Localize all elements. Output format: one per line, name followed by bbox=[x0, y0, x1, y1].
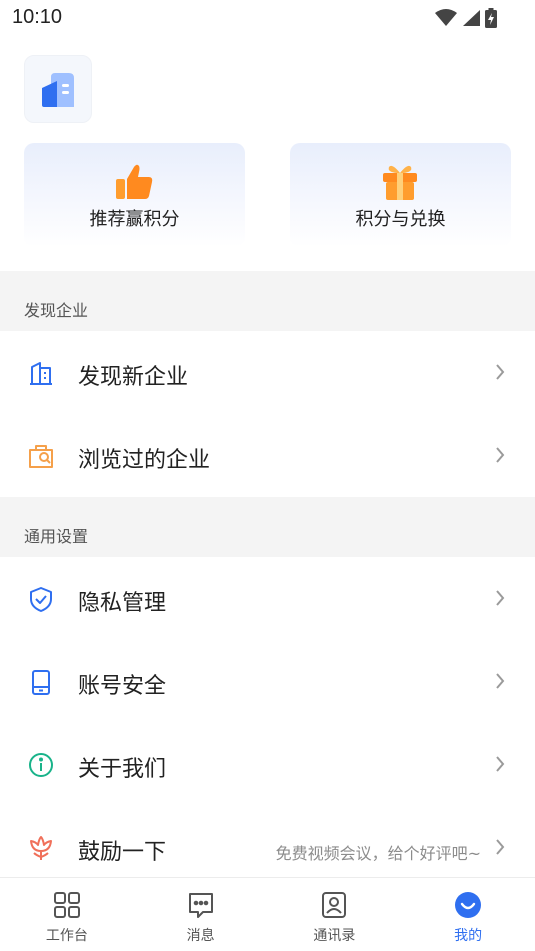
chevron-right-icon bbox=[495, 755, 505, 777]
row-discover-new[interactable]: 发现新企业 bbox=[0, 331, 535, 414]
tab-label: 消息 bbox=[186, 928, 215, 944]
info-icon bbox=[27, 751, 55, 779]
row-about-us[interactable]: 关于我们 bbox=[0, 723, 535, 806]
row-label: 鼓励一下 bbox=[78, 840, 167, 865]
status-icons bbox=[435, 8, 497, 28]
company-search-icon bbox=[27, 442, 55, 470]
row-browsed-companies[interactable]: 浏览过的企业 bbox=[0, 414, 535, 497]
tab-label: 我的 bbox=[454, 928, 483, 944]
status-bar: 10:10 bbox=[0, 0, 535, 36]
message-icon bbox=[186, 890, 216, 924]
chevron-right-icon bbox=[495, 589, 505, 611]
status-time: 10:10 bbox=[12, 6, 63, 28]
tab-label: 通讯录 bbox=[313, 928, 356, 944]
section-title: 通用设置 bbox=[24, 527, 89, 546]
tab-messages[interactable]: 消息 bbox=[134, 878, 268, 951]
phone-icon bbox=[27, 668, 55, 696]
building-icon bbox=[27, 359, 55, 387]
row-label: 发现新企业 bbox=[78, 365, 189, 390]
row-account-security[interactable]: 账号安全 bbox=[0, 640, 535, 723]
promo-label: 积分与兑换 bbox=[355, 209, 446, 230]
promo-card-points[interactable]: 积分与兑换 bbox=[290, 143, 511, 247]
tab-contacts[interactable]: 通讯录 bbox=[268, 878, 402, 951]
app-logo bbox=[24, 55, 92, 123]
chevron-right-icon bbox=[495, 672, 505, 694]
grid-icon bbox=[52, 890, 82, 924]
gift-icon bbox=[380, 163, 420, 205]
wifi-icon bbox=[435, 9, 457, 27]
promo-card-referral[interactable]: 推荐赢积分 bbox=[24, 143, 245, 247]
row-label: 浏览过的企业 bbox=[78, 448, 211, 473]
cellular-icon bbox=[461, 9, 481, 27]
bottom-tab-bar: 工作台 消息 通讯录 我的 bbox=[0, 877, 535, 951]
section-header-discover: 发现企业 bbox=[0, 271, 535, 331]
row-label: 关于我们 bbox=[78, 757, 167, 782]
row-label: 账号安全 bbox=[78, 674, 167, 699]
tab-workbench[interactable]: 工作台 bbox=[0, 878, 134, 951]
chevron-right-icon bbox=[495, 363, 505, 385]
thumbs-up-icon bbox=[114, 163, 154, 205]
promo-label: 推荐赢积分 bbox=[89, 209, 180, 230]
contacts-icon bbox=[319, 890, 349, 924]
row-privacy[interactable]: 隐私管理 bbox=[0, 557, 535, 640]
tab-me[interactable]: 我的 bbox=[401, 878, 535, 951]
row-hint: 免费视频会议，给个好评吧~ bbox=[275, 844, 481, 863]
row-label: 隐私管理 bbox=[78, 591, 167, 616]
shield-check-icon bbox=[27, 585, 55, 613]
section-header-general-settings: 通用设置 bbox=[0, 497, 535, 557]
chevron-right-icon bbox=[495, 446, 505, 468]
tab-label: 工作台 bbox=[45, 928, 88, 944]
section-title: 发现企业 bbox=[24, 301, 89, 320]
flower-icon bbox=[27, 834, 55, 862]
profile-smile-icon bbox=[453, 890, 483, 924]
chevron-right-icon bbox=[495, 838, 505, 860]
battery-charging-icon bbox=[485, 8, 497, 28]
